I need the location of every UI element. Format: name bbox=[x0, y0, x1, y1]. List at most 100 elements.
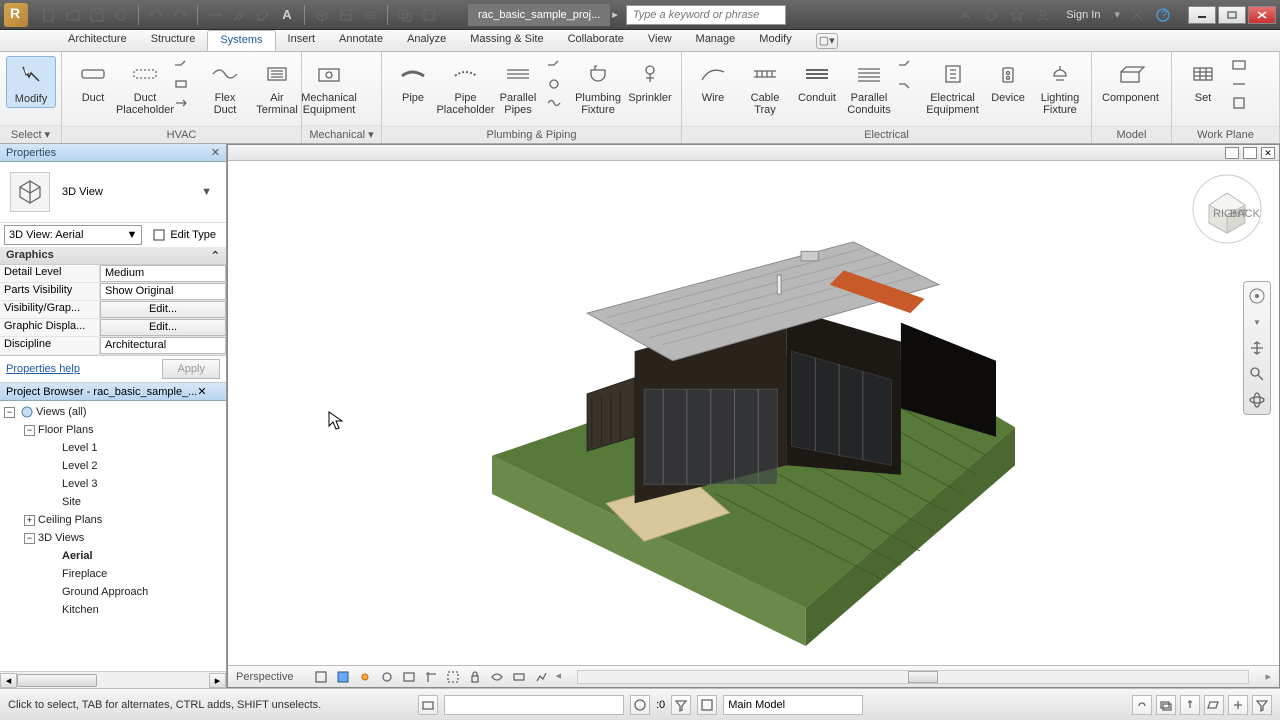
tree-3d-views[interactable]: −3D Views bbox=[2, 529, 224, 547]
section-icon[interactable] bbox=[337, 6, 355, 24]
tab-view[interactable]: View bbox=[636, 30, 684, 51]
crop-region-icon[interactable] bbox=[445, 669, 461, 685]
parts-visibility-field[interactable]: Show Original bbox=[100, 283, 226, 300]
tree-site[interactable]: Site bbox=[2, 493, 224, 511]
cable-tray-fitting-button[interactable] bbox=[896, 56, 922, 74]
pipe-placeholder-button[interactable]: Pipe Placeholder bbox=[440, 56, 491, 118]
graphic-display-button[interactable]: Edit... bbox=[100, 319, 226, 336]
thinlines-icon[interactable] bbox=[361, 6, 379, 24]
modify-button[interactable]: Modify bbox=[6, 56, 56, 108]
tree-level2[interactable]: Level 2 bbox=[2, 457, 224, 475]
help-icon[interactable]: ? bbox=[1154, 6, 1172, 24]
edit-type-button[interactable]: Edit Type bbox=[146, 225, 222, 245]
parallel-conduits-button[interactable]: Parallel Conduits bbox=[844, 56, 894, 118]
lighting-fixture-button[interactable]: Lighting Fixture bbox=[1035, 56, 1085, 118]
save-icon[interactable] bbox=[88, 6, 106, 24]
view-max-icon[interactable] bbox=[1243, 147, 1257, 159]
conduit-fitting-button[interactable] bbox=[896, 75, 922, 93]
close-hidden-icon[interactable] bbox=[396, 6, 414, 24]
workset-icon[interactable] bbox=[418, 695, 438, 715]
duct-button[interactable]: Duct bbox=[68, 56, 118, 106]
convert-button[interactable] bbox=[172, 94, 198, 112]
discipline-field[interactable]: Architectural bbox=[100, 337, 226, 354]
measure-icon[interactable] bbox=[206, 6, 224, 24]
drag-elements-icon[interactable] bbox=[1228, 695, 1248, 715]
pipe-fitting-button[interactable] bbox=[545, 56, 571, 74]
select-face-icon[interactable] bbox=[1204, 695, 1224, 715]
view-hscroll[interactable] bbox=[577, 670, 1249, 684]
select-pinned-icon[interactable] bbox=[1180, 695, 1200, 715]
set-workplane-button[interactable]: Set bbox=[1178, 56, 1228, 106]
show-workplane-button[interactable] bbox=[1230, 56, 1256, 74]
wire-button[interactable]: Wire bbox=[688, 56, 738, 106]
search-box[interactable] bbox=[626, 5, 786, 25]
comm-icon[interactable] bbox=[982, 6, 1000, 24]
orbit-icon[interactable] bbox=[1247, 390, 1267, 410]
lock-3d-icon[interactable] bbox=[467, 669, 483, 685]
exchange-icon[interactable] bbox=[1128, 6, 1146, 24]
maximize-button[interactable] bbox=[1218, 6, 1246, 24]
signin-link[interactable]: Sign In bbox=[1066, 9, 1100, 21]
apply-button[interactable]: Apply bbox=[162, 359, 220, 379]
workplane-viewer-button[interactable] bbox=[1230, 94, 1256, 112]
type-selector-dropdown[interactable]: 3D View▼ bbox=[62, 186, 216, 198]
tree-aerial[interactable]: Aerial bbox=[2, 547, 224, 565]
user-icon[interactable] bbox=[1034, 6, 1052, 24]
visibility-graphics-button[interactable]: Edit... bbox=[100, 301, 226, 318]
sync-icon[interactable] bbox=[112, 6, 130, 24]
crop-view-icon[interactable] bbox=[423, 669, 439, 685]
tab-systems[interactable]: Systems bbox=[207, 30, 275, 51]
view-scale-label[interactable]: Perspective bbox=[236, 671, 293, 683]
tab-massing-site[interactable]: Massing & Site bbox=[458, 30, 555, 51]
design-option-field[interactable]: Main Model bbox=[723, 695, 863, 715]
view-min-icon[interactable] bbox=[1225, 147, 1239, 159]
tab-insert[interactable]: Insert bbox=[276, 30, 328, 51]
redo-icon[interactable] bbox=[171, 6, 189, 24]
sun-path-icon[interactable] bbox=[357, 669, 373, 685]
design-options-icon[interactable] bbox=[697, 695, 717, 715]
elec-equipment-button[interactable]: Electrical Equipment bbox=[924, 56, 981, 118]
view-close-icon[interactable]: ✕ bbox=[1261, 147, 1275, 159]
select-links-icon[interactable] bbox=[1132, 695, 1152, 715]
select-underlay-icon[interactable] bbox=[1156, 695, 1176, 715]
detail-level-icon[interactable] bbox=[313, 669, 329, 685]
favorite-icon[interactable] bbox=[1008, 6, 1026, 24]
project-browser-hscroll[interactable]: ◂▸ bbox=[0, 671, 226, 688]
steering-wheel-icon[interactable] bbox=[1247, 286, 1267, 306]
tree-root[interactable]: −Views (all) bbox=[2, 403, 224, 421]
tree-level3[interactable]: Level 3 bbox=[2, 475, 224, 493]
shadows-icon[interactable] bbox=[379, 669, 395, 685]
text-icon[interactable]: A bbox=[278, 6, 296, 24]
tree-level1[interactable]: Level 1 bbox=[2, 439, 224, 457]
parallel-pipes-button[interactable]: Parallel Pipes bbox=[493, 56, 543, 118]
tab-manage[interactable]: Manage bbox=[684, 30, 748, 51]
conduit-button[interactable]: Conduit bbox=[792, 56, 842, 106]
pipe-button[interactable]: Pipe bbox=[388, 56, 438, 106]
tree-floor-plans[interactable]: −Floor Plans bbox=[2, 421, 224, 439]
open-icon[interactable] bbox=[64, 6, 82, 24]
switch-windows-icon[interactable] bbox=[420, 6, 438, 24]
align-icon[interactable] bbox=[230, 6, 248, 24]
tab-analyze[interactable]: Analyze bbox=[395, 30, 458, 51]
tab-architecture[interactable]: Architecture bbox=[56, 30, 139, 51]
analytical-icon[interactable] bbox=[533, 669, 549, 685]
undo-icon[interactable] bbox=[147, 6, 165, 24]
pipe-accessory-button[interactable] bbox=[545, 75, 571, 93]
mechanical-group-label[interactable]: Mechanical ▾ bbox=[302, 125, 381, 143]
detail-level-field[interactable]: Medium bbox=[100, 265, 226, 282]
viewcube[interactable]: RIGHT BACK bbox=[1187, 171, 1267, 254]
temp-hide-icon[interactable] bbox=[489, 669, 505, 685]
flex-pipe-button[interactable] bbox=[545, 94, 571, 112]
tree-ground-approach[interactable]: Ground Approach bbox=[2, 583, 224, 601]
sprinkler-button[interactable]: Sprinkler bbox=[625, 56, 675, 106]
rendering-icon[interactable] bbox=[401, 669, 417, 685]
ref-plane-button[interactable] bbox=[1230, 75, 1256, 93]
search-input[interactable] bbox=[633, 9, 779, 21]
tree-ceiling-plans[interactable]: +Ceiling Plans bbox=[2, 511, 224, 529]
navigation-bar[interactable]: ▼ bbox=[1243, 281, 1271, 415]
select-group-label[interactable]: Select ▾ bbox=[0, 125, 61, 143]
tab-annotate[interactable]: Annotate bbox=[327, 30, 395, 51]
new-icon[interactable] bbox=[40, 6, 58, 24]
ribbon-options-icon[interactable]: ▢▾ bbox=[816, 33, 838, 49]
plumbing-fixture-button[interactable]: Plumbing Fixture bbox=[573, 56, 623, 118]
